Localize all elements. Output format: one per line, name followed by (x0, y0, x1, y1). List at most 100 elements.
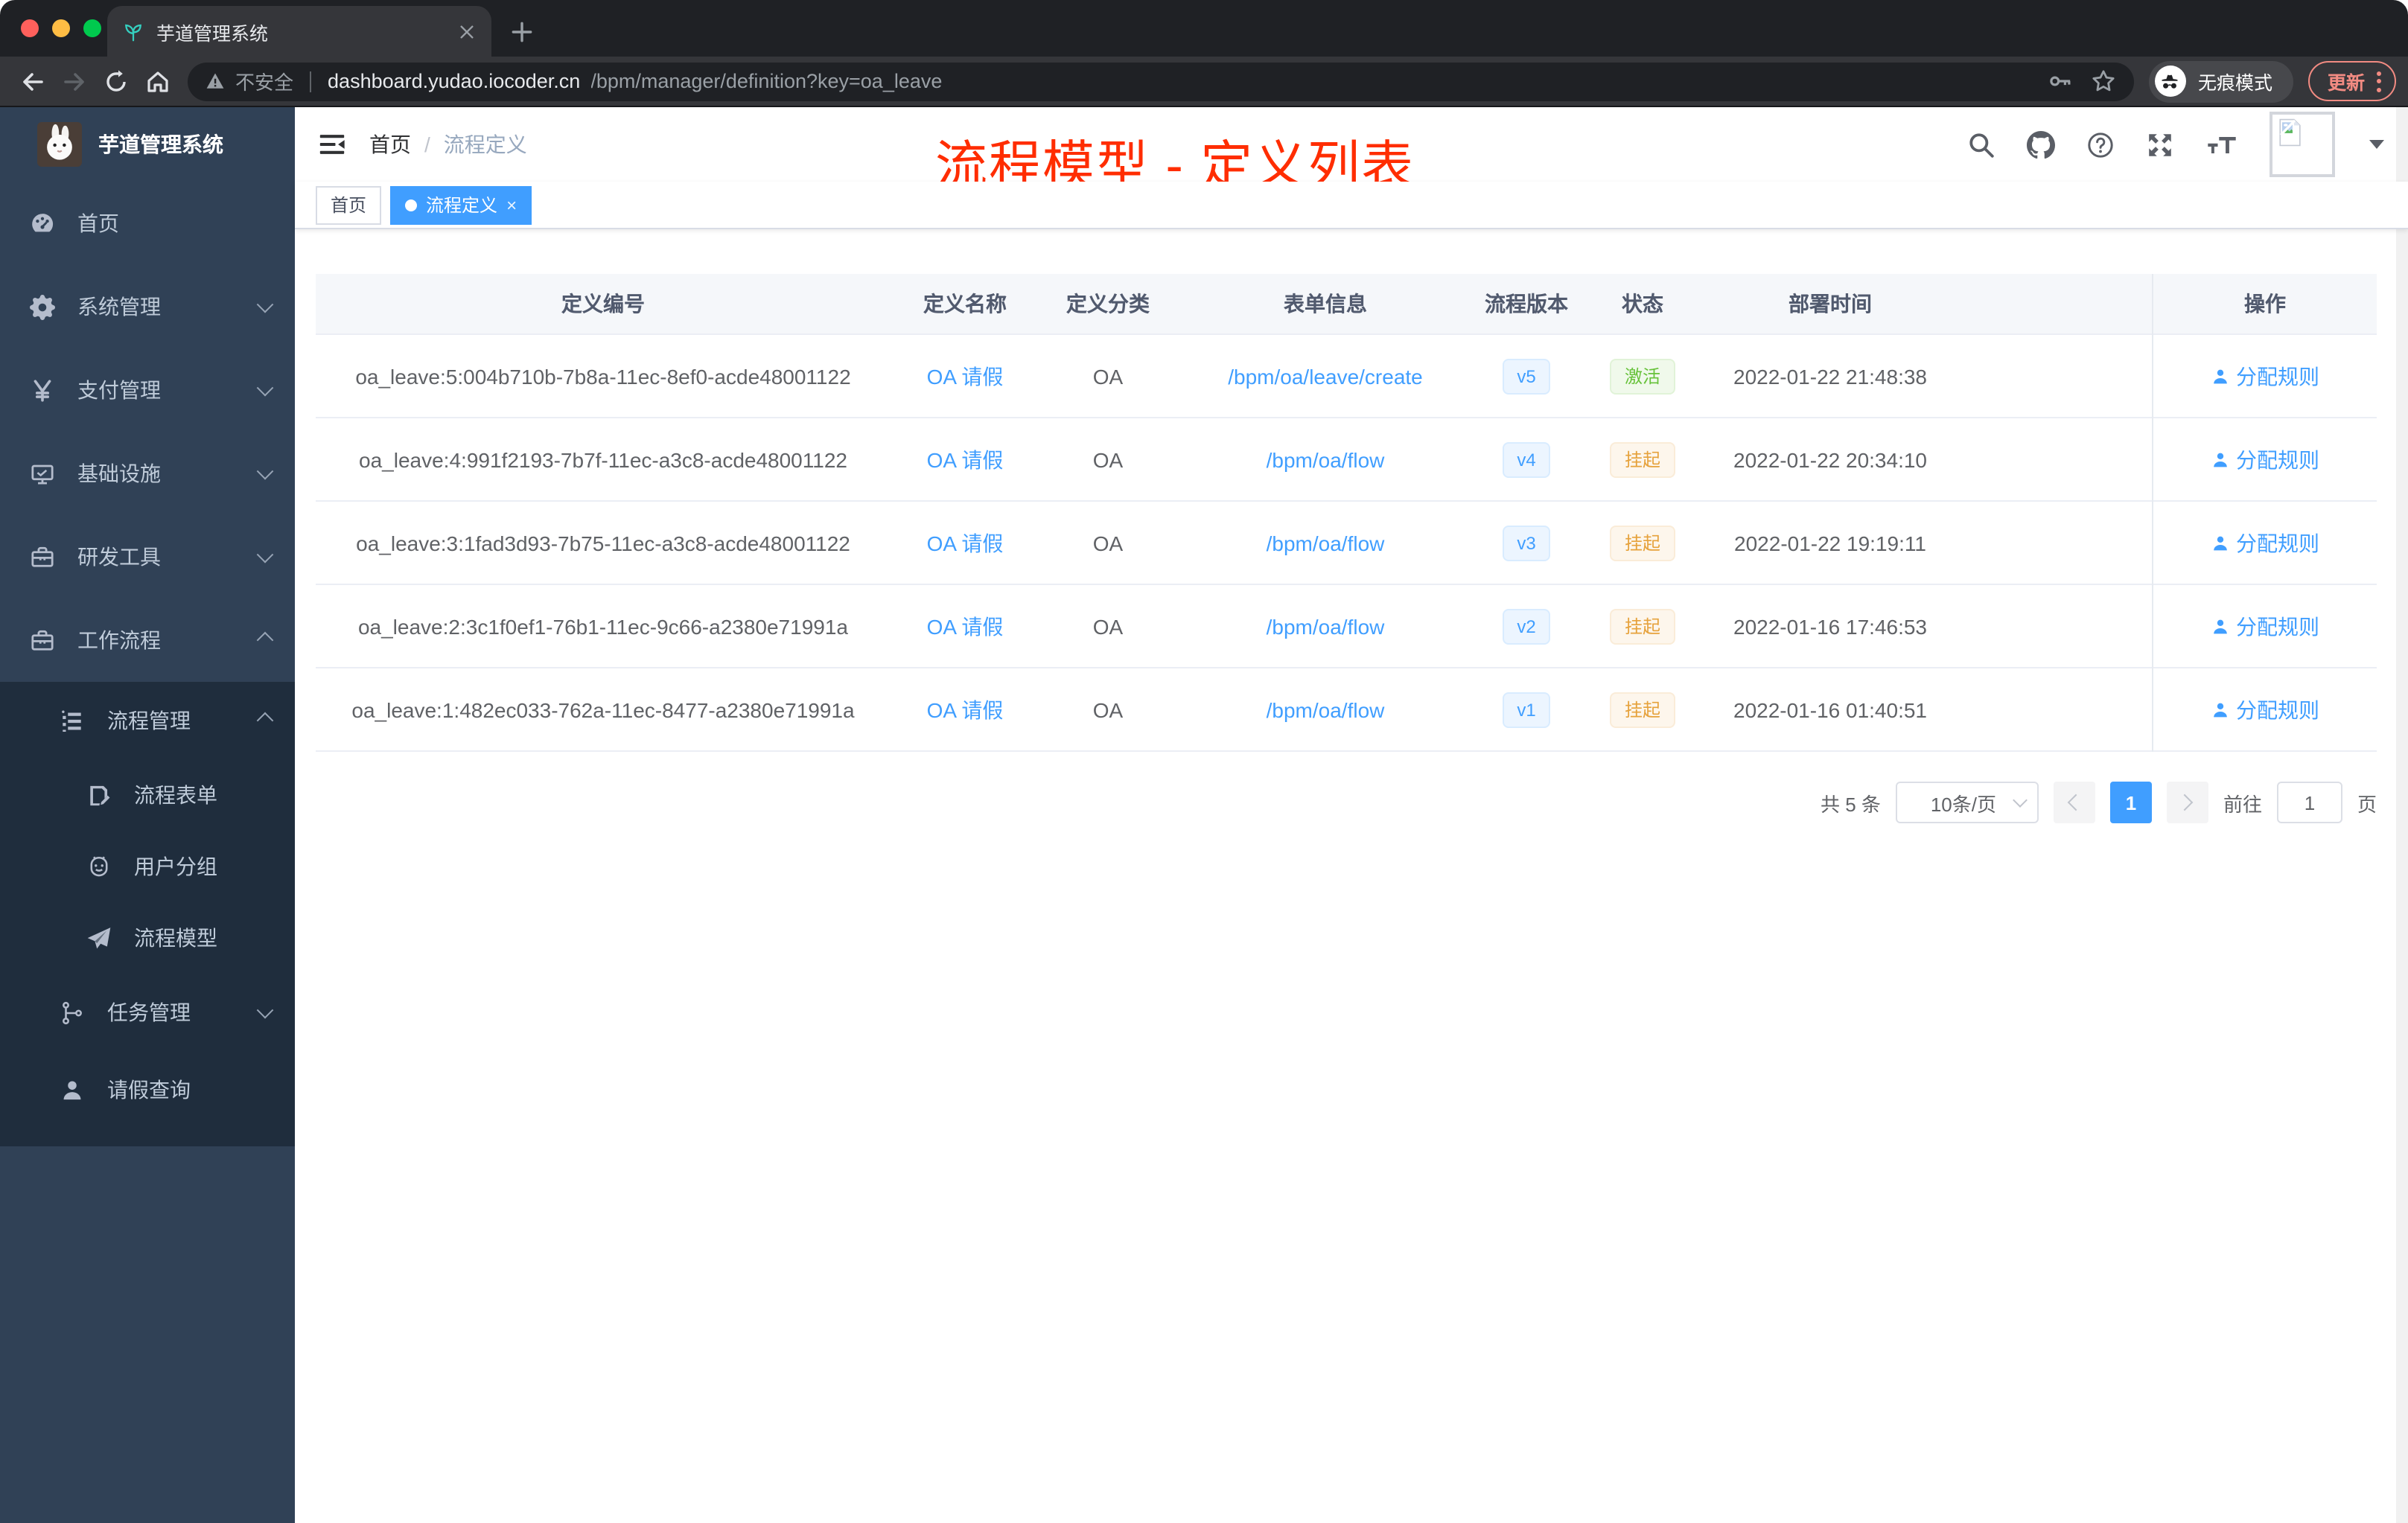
github-icon[interactable] (2027, 130, 2055, 159)
sidebar-item-流程表单[interactable]: 流程表单 (0, 759, 295, 831)
chevron-down-icon (256, 379, 274, 397)
assign-rule-button[interactable]: 分配规则 (2211, 695, 2319, 724)
new-tab-button[interactable] (509, 19, 535, 45)
column-header-定义名称: 定义名称 (923, 292, 1007, 316)
version-badge: v4 (1502, 441, 1551, 477)
column-header-部署时间: 部署时间 (1789, 292, 1872, 316)
password-key-icon[interactable] (2048, 68, 2073, 94)
page-number-button[interactable]: 1 (2109, 782, 2152, 823)
assign-rule-label: 分配规则 (2236, 531, 2319, 555)
home-button[interactable] (137, 60, 179, 102)
table-row: oa_leave:4:991f2193-7b7f-11ec-a3c8-acde4… (316, 418, 2377, 502)
cell-deploy-time: 2022-01-22 20:34:10 (1733, 447, 1927, 471)
table-row: oa_leave:2:3c1f0ef1-76b1-11ec-9c66-a2380… (316, 585, 2377, 668)
definition-name-link[interactable]: OA 请假 (927, 444, 1004, 474)
form-info-link[interactable]: /bpm/oa/leave/create (1228, 364, 1423, 388)
sidebar-item-用户分组[interactable]: 用户分组 (0, 831, 295, 902)
assign-rule-button[interactable]: 分配规则 (2211, 611, 2319, 641)
assign-rule-button[interactable]: 分配规则 (2211, 361, 2319, 391)
definition-name-link[interactable]: OA 请假 (927, 361, 1004, 391)
sidebar-logo: 芋道管理系统 (0, 107, 295, 182)
toolbox-icon (30, 544, 55, 569)
cell-deploy-time: 2022-01-22 19:19:11 (1734, 531, 1926, 555)
sidebar-item-基础设施[interactable]: 基础设施 (0, 432, 295, 515)
definition-name-link[interactable]: OA 请假 (927, 611, 1004, 641)
forward-button[interactable] (54, 60, 95, 102)
list-icon (60, 708, 85, 733)
reload-button[interactable] (95, 60, 137, 102)
fullscreen-icon[interactable] (2146, 130, 2174, 159)
text-size-icon[interactable] (2205, 130, 2238, 159)
user-avatar[interactable] (2270, 112, 2335, 177)
form-info-link[interactable]: /bpm/oa/flow (1267, 697, 1385, 721)
avatar-dropdown-caret-icon[interactable] (2369, 140, 2384, 149)
definition-name-link[interactable]: OA 请假 (927, 528, 1004, 558)
browser-menu-icon[interactable] (2377, 71, 2381, 92)
column-header-表单信息: 表单信息 (1284, 292, 1367, 316)
assign-rule-button[interactable]: 分配规则 (2211, 528, 2319, 558)
sidebar-item-流程模型[interactable]: 流程模型 (0, 902, 295, 974)
prev-page-button[interactable] (2053, 782, 2095, 823)
cell-definition-name: OA 请假 (891, 418, 1039, 500)
status-badge: 挂起 (1609, 441, 1675, 477)
window-close-button[interactable] (21, 19, 39, 37)
pagination: 共 5 条 10条/页 1 前往 页 (316, 782, 2377, 823)
cell-actions: 分配规则 (2153, 335, 2377, 417)
window-zoom-button[interactable] (83, 19, 101, 37)
version-badge: v2 (1502, 608, 1551, 644)
sidebar-item-首页[interactable]: 首页 (0, 182, 295, 265)
plane-icon (86, 925, 112, 951)
cell-version: v2 (1474, 585, 1579, 667)
form-info-link[interactable]: /bpm/oa/flow (1267, 531, 1385, 555)
update-button[interactable]: 更新 (2307, 61, 2396, 101)
next-page-button[interactable] (2166, 782, 2208, 823)
assign-rule-label: 分配规则 (2236, 697, 2319, 721)
sidebar-menu: 首页系统管理支付管理 基础设施 研发工具工作流程 (0, 182, 295, 682)
assign-rule-button[interactable]: 分配规则 (2211, 444, 2319, 474)
chevron-down-icon (256, 1001, 274, 1019)
sidebar-item-工作流程[interactable]: 工作流程 (0, 598, 295, 682)
column-header-filler (1954, 274, 2153, 333)
chevron-down-icon (256, 296, 274, 313)
column-header-流程版本: 流程版本 (1485, 292, 1568, 316)
back-button[interactable] (12, 60, 54, 102)
sidebar-item-任务管理[interactable]: 任务管理 (0, 974, 295, 1051)
collapse-sidebar-icon[interactable] (319, 131, 345, 158)
tab-close-icon[interactable] (457, 22, 477, 41)
form-info-link[interactable]: /bpm/oa/flow (1267, 614, 1385, 638)
version-badge: v3 (1502, 525, 1551, 561)
tree-icon (60, 1000, 85, 1025)
address-bar[interactable]: 不安全 dashboard.yudao.iocoder.cn/bpm/manag… (188, 62, 2134, 100)
sidebar-item-label: 工作流程 (77, 628, 161, 652)
tag-流程定义[interactable]: 流程定义 × (390, 185, 532, 224)
sidebar-item-支付管理[interactable]: 支付管理 (0, 348, 295, 432)
tag-首页[interactable]: 首页 (316, 185, 382, 224)
sidebar-item-label: 系统管理 (77, 295, 161, 319)
sidebar-item-流程管理[interactable]: 流程管理 (0, 682, 295, 759)
chevron-up-icon (256, 631, 274, 649)
cell-form-info: /bpm/oa/flow (1176, 668, 1474, 750)
definition-name-link[interactable]: OA 请假 (927, 695, 1004, 724)
form-info-link[interactable]: /bpm/oa/flow (1267, 447, 1385, 471)
app-header: 首页 / 流程定义 流程模型 - 定义列表 (295, 107, 2408, 195)
table-header: 定义编号 定义名称 定义分类 表单信息 流程版本 状态 部署时间 操作 (316, 274, 2377, 335)
tab-title: 芋道管理系统 (156, 23, 269, 44)
page-size-select[interactable]: 10条/页 (1895, 782, 2039, 823)
search-icon[interactable] (1967, 130, 1995, 159)
sidebar-item-请假查询[interactable]: 请假查询 (0, 1051, 295, 1128)
sidebar-item-研发工具[interactable]: 研发工具 (0, 515, 295, 598)
assign-rule-label: 分配规则 (2236, 364, 2319, 388)
bookmark-star-icon[interactable] (2091, 68, 2116, 94)
sidebar: 芋道管理系统 首页系统管理支付管理 基础设施 研发工具工作流程 流程管理 流程表单 用户… (0, 107, 295, 1523)
help-icon[interactable] (2086, 130, 2115, 159)
goto-page-input[interactable] (2276, 782, 2342, 823)
window-minimize-button[interactable] (52, 19, 70, 37)
cell-version: v1 (1474, 668, 1579, 750)
browser-tab[interactable]: 芋道管理系统 (107, 6, 491, 57)
sidebar-item-系统管理[interactable]: 系统管理 (0, 265, 295, 348)
tag-label: 首页 (331, 195, 367, 216)
scrollbar-gutter[interactable] (2396, 107, 2408, 1523)
cell-definition-id: oa_leave:2:3c1f0ef1-76b1-11ec-9c66-a2380… (357, 614, 848, 638)
tag-close-icon[interactable]: × (506, 196, 517, 214)
breadcrumb-home[interactable]: 首页 (369, 130, 411, 159)
